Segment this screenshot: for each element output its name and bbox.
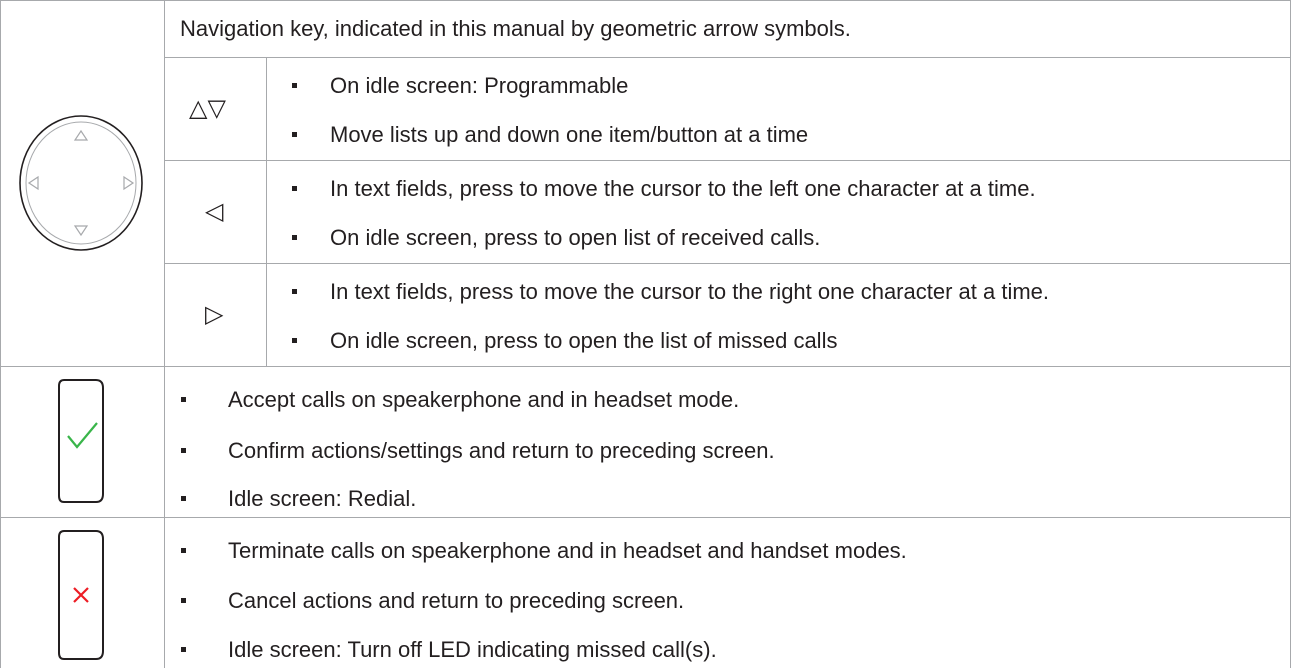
table-border xyxy=(0,0,1,668)
bullet xyxy=(292,132,297,137)
list-item: Accept calls on speakerphone and in head… xyxy=(228,387,740,412)
navigation-key-description: Navigation key, indicated in this manual… xyxy=(180,16,851,41)
row-divider xyxy=(164,263,1291,264)
cancel-key-icon xyxy=(58,530,104,660)
table-border xyxy=(0,0,1291,1)
list-item: In text fields, press to move the cursor… xyxy=(330,279,1050,304)
accept-key-icon xyxy=(58,379,104,503)
key-description-table: Navigation key, indicated in this manual… xyxy=(0,0,1291,668)
column-divider xyxy=(164,0,165,668)
bullet xyxy=(181,548,186,553)
list-item: In text fields, press to move the cursor… xyxy=(330,176,1036,201)
list-item: On idle screen: Programmable xyxy=(330,73,629,98)
list-item: Terminate calls on speakerphone and in h… xyxy=(228,538,907,563)
bullet xyxy=(292,186,297,191)
list-item: Idle screen: Redial. xyxy=(228,486,417,511)
bullet xyxy=(181,448,186,453)
list-item: Move lists up and down one item/button a… xyxy=(330,122,809,147)
left-arrow-icon: ◁ xyxy=(205,198,224,225)
bullet xyxy=(181,647,186,652)
right-arrow-icon: ▷ xyxy=(205,301,224,328)
bullet xyxy=(181,598,186,603)
bullet xyxy=(181,496,186,501)
bullet xyxy=(292,235,297,240)
up-down-arrows-icon: △▽ xyxy=(189,95,226,122)
bullet xyxy=(292,83,297,88)
row-divider xyxy=(0,366,1291,367)
list-item: Cancel actions and return to preceding s… xyxy=(228,588,685,613)
row-divider xyxy=(164,160,1291,161)
list-item: On idle screen, press to open list of re… xyxy=(330,225,821,250)
list-item: Confirm actions/settings and return to p… xyxy=(228,438,775,463)
column-divider xyxy=(266,57,267,366)
bullet xyxy=(292,338,297,343)
list-item: On idle screen, press to open the list o… xyxy=(330,328,838,353)
navigation-key-icon xyxy=(19,115,143,251)
row-divider xyxy=(164,57,1291,58)
bullet xyxy=(181,397,186,402)
list-item: Idle screen: Turn off LED indicating mis… xyxy=(228,637,717,662)
bullet xyxy=(292,289,297,294)
row-divider xyxy=(0,517,1291,518)
